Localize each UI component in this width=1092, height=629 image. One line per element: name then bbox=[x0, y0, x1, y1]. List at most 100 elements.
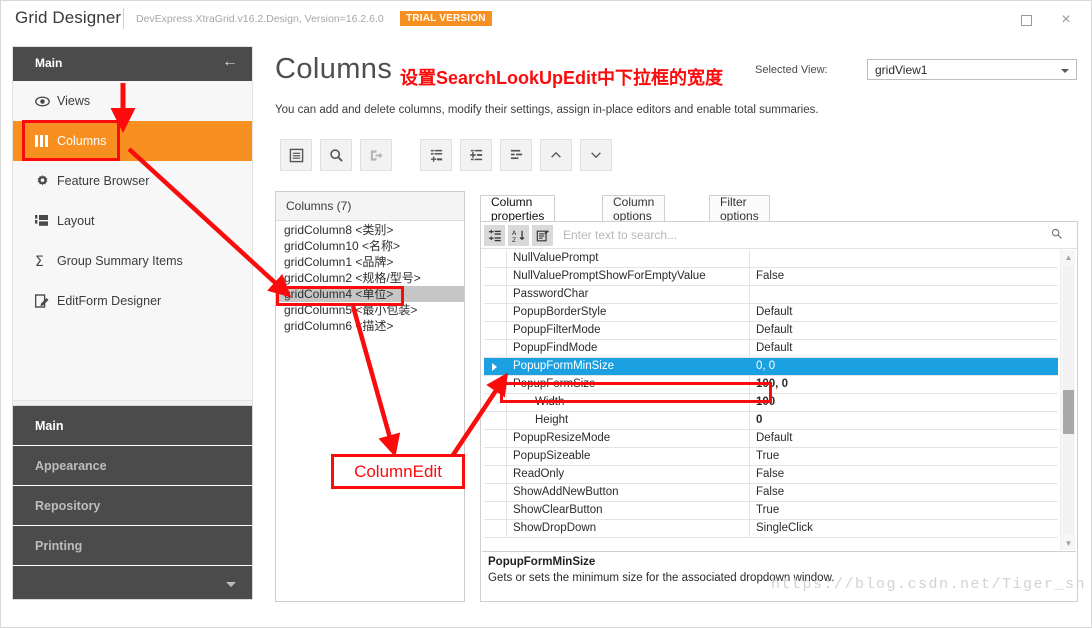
retrieve-fields-button[interactable] bbox=[320, 139, 352, 171]
table-row-selected[interactable]: PopupFormMinSize 0, 0 bbox=[484, 358, 1058, 376]
table-row[interactable]: PopupBorderStyle Default bbox=[484, 304, 1058, 322]
nav-group-label: Printing bbox=[35, 538, 83, 553]
sidebar-item-group-summary-items[interactable]: Σ Group Summary Items bbox=[13, 241, 252, 281]
table-row[interactable]: PopupFilterMode Default bbox=[484, 322, 1058, 340]
scrollbar-thumb[interactable] bbox=[1063, 390, 1074, 434]
add-column-button[interactable] bbox=[280, 139, 312, 171]
list-item[interactable]: gridColumn6 <描述> bbox=[276, 318, 464, 334]
grid-designer-window: Grid Designer DevExpress.XtraGrid.v16.2.… bbox=[0, 0, 1092, 628]
property-name: ShowAddNewButton bbox=[507, 484, 750, 501]
scroll-up-icon[interactable]: ▲ bbox=[1061, 250, 1076, 264]
list-item[interactable]: gridColumn10 <名称> bbox=[276, 238, 464, 254]
table-row[interactable]: PopupResizeMode Default bbox=[484, 430, 1058, 448]
nav-group-appearance[interactable]: Appearance bbox=[13, 446, 252, 486]
sidebar-item-editform-designer[interactable]: EditForm Designer bbox=[13, 281, 252, 321]
scroll-down-icon[interactable]: ▼ bbox=[1061, 536, 1076, 550]
property-grid-scrollbar[interactable]: ▲ ▼ bbox=[1060, 250, 1075, 550]
tab-label: Column properties bbox=[491, 195, 545, 223]
callout-label: ColumnEdit bbox=[354, 461, 442, 481]
table-row[interactable]: NullValuePromptShowForEmptyValue False bbox=[484, 268, 1058, 286]
table-row[interactable]: PasswordChar bbox=[484, 286, 1058, 304]
page-title: Columns bbox=[275, 53, 393, 85]
list-item[interactable]: gridColumn1 <品牌> bbox=[276, 254, 464, 270]
expand-expanded-icon[interactable] bbox=[490, 383, 498, 388]
property-value[interactable] bbox=[750, 250, 1058, 267]
sidebar-item-views[interactable]: Views bbox=[13, 81, 252, 121]
highlight-box-popupformsize-row bbox=[500, 382, 772, 403]
remove-row-icon bbox=[510, 149, 522, 159]
table-row[interactable]: ReadOnly False bbox=[484, 466, 1058, 484]
property-value[interactable]: False bbox=[750, 268, 1058, 285]
table-row[interactable]: ShowClearButton True bbox=[484, 502, 1058, 520]
property-value[interactable]: Default bbox=[750, 304, 1058, 321]
search-input[interactable]: Enter text to search... bbox=[557, 224, 1069, 247]
populate-columns-button[interactable] bbox=[360, 139, 392, 171]
trial-version-badge: TRIAL VERSION bbox=[400, 11, 492, 26]
property-value[interactable] bbox=[750, 286, 1058, 303]
tab-filter-options[interactable]: Filter options bbox=[709, 195, 770, 223]
sidebar-item-feature-browser[interactable]: Feature Browser bbox=[13, 161, 252, 201]
property-value[interactable]: False bbox=[750, 466, 1058, 483]
selected-view-dropdown[interactable]: gridView1 bbox=[867, 59, 1077, 80]
sort-az-icon: AZ bbox=[512, 230, 524, 243]
table-row[interactable]: Height 0 bbox=[484, 412, 1058, 430]
table-row[interactable]: PopupFindMode Default bbox=[484, 340, 1058, 358]
property-value[interactable]: 0, 0 bbox=[750, 358, 1058, 375]
description-title: PopupFormMinSize bbox=[488, 556, 596, 568]
search-icon[interactable] bbox=[1051, 228, 1063, 240]
move-down-button[interactable] bbox=[580, 139, 612, 171]
nav-group-main[interactable]: Main bbox=[13, 406, 252, 446]
table-row[interactable]: ShowAddNewButton False bbox=[484, 484, 1058, 502]
nav-group-repository[interactable]: Repository bbox=[13, 486, 252, 526]
property-value[interactable]: 100 bbox=[750, 394, 1058, 411]
property-value[interactable]: 100, 0 bbox=[750, 376, 1058, 393]
property-name: PopupFormMinSize bbox=[507, 358, 750, 375]
nav-header: Main ← bbox=[13, 47, 252, 81]
nav-group-label: Repository bbox=[35, 498, 101, 513]
nav-header-label: Main bbox=[35, 56, 63, 70]
property-name: ShowDropDown bbox=[507, 520, 750, 537]
property-pages-button[interactable] bbox=[532, 225, 553, 246]
gear-icon bbox=[35, 174, 57, 189]
close-button[interactable]: × bbox=[1051, 9, 1081, 31]
table-row[interactable]: NullValuePrompt bbox=[484, 250, 1058, 268]
categorized-button[interactable] bbox=[484, 225, 505, 246]
page-description: You can add and delete columns, modify t… bbox=[275, 104, 819, 116]
alphabetical-sort-button[interactable]: AZ bbox=[508, 225, 529, 246]
table-row[interactable]: ShowDropDown SingleClick bbox=[484, 520, 1058, 538]
nav-group-list: Main Appearance Repository Printing bbox=[12, 405, 253, 600]
columns-list-header-label: Columns (7) bbox=[286, 199, 352, 213]
nav-group-expand-more[interactable] bbox=[13, 566, 252, 606]
list-item[interactable]: gridColumn8 <类别> bbox=[276, 222, 464, 238]
expand-collapsed-icon[interactable] bbox=[492, 363, 497, 371]
maximize-button[interactable] bbox=[1011, 9, 1041, 31]
insert-row-button[interactable] bbox=[460, 139, 492, 171]
move-up-button[interactable] bbox=[540, 139, 572, 171]
add-row-button[interactable] bbox=[420, 139, 452, 171]
property-value[interactable]: 0 bbox=[750, 412, 1058, 429]
nav-group-printing[interactable]: Printing bbox=[13, 526, 252, 566]
property-value[interactable]: SingleClick bbox=[750, 520, 1058, 537]
highlight-box-columns-nav bbox=[22, 120, 120, 161]
chevron-down-icon bbox=[591, 152, 601, 159]
property-grid-panel: AZ Enter text to search... NullValueProm… bbox=[480, 221, 1078, 602]
tab-column-properties[interactable]: Column properties bbox=[480, 195, 556, 223]
property-value[interactable]: False bbox=[750, 484, 1058, 501]
search-placeholder: Enter text to search... bbox=[563, 228, 678, 242]
row-gutter bbox=[484, 466, 507, 483]
row-gutter bbox=[484, 250, 507, 267]
property-value[interactable]: True bbox=[750, 448, 1058, 465]
property-value[interactable]: Default bbox=[750, 340, 1058, 357]
property-value[interactable]: True bbox=[750, 502, 1058, 519]
list-item[interactable]: gridColumn2 <规格/型号> bbox=[276, 270, 464, 286]
tab-column-options[interactable]: Column options bbox=[602, 195, 666, 223]
remove-row-button[interactable] bbox=[500, 139, 532, 171]
property-value[interactable]: Default bbox=[750, 322, 1058, 339]
property-value[interactable]: Default bbox=[750, 430, 1058, 447]
add-row-icon bbox=[430, 149, 442, 162]
nav-item-list: Views Columns Feature Browser Layout Σ G… bbox=[13, 81, 252, 321]
back-arrow-icon[interactable]: ← bbox=[222, 54, 238, 70]
table-row[interactable]: PopupSizeable True bbox=[484, 448, 1058, 466]
eye-icon bbox=[35, 94, 57, 109]
sidebar-item-layout[interactable]: Layout bbox=[13, 201, 252, 241]
